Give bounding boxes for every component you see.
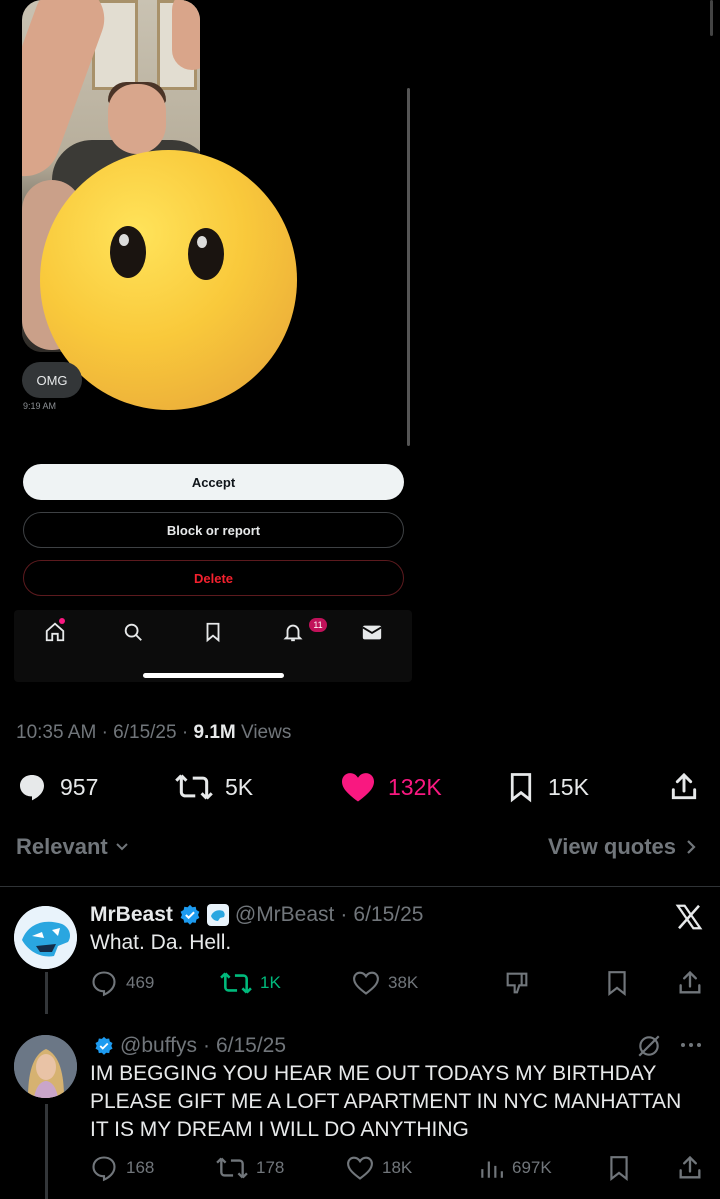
affiliate-badge-icon	[206, 904, 229, 926]
views-count: 9.1M	[193, 722, 236, 743]
bookmark-icon[interactable]	[202, 621, 224, 643]
bookmark-button[interactable]	[606, 1153, 632, 1183]
thread-line	[45, 972, 48, 1014]
reply-count: 957	[60, 773, 99, 800]
home-notification-dot	[59, 618, 65, 624]
heart-icon	[346, 1155, 374, 1181]
bookmark-button[interactable]	[604, 968, 630, 998]
message-bubble: OMG	[22, 362, 82, 398]
sort-label: Relevant	[16, 834, 108, 859]
reply-button[interactable]: 469	[90, 968, 154, 998]
avatar[interactable]	[14, 906, 77, 969]
repost-button[interactable]: 5K	[175, 766, 253, 808]
repost-button[interactable]: 178	[216, 1153, 284, 1183]
like-button[interactable]: 132K	[340, 766, 442, 808]
divider	[0, 886, 720, 887]
share-button[interactable]	[676, 968, 704, 998]
reply-date: 6/15/25	[215, 1034, 287, 1057]
bookmark-button[interactable]: 15K	[506, 766, 589, 808]
post-time: 10:35 AM	[16, 722, 97, 743]
heart-icon	[352, 970, 380, 996]
reply-date: 6/15/25	[353, 903, 424, 926]
reply-icon	[90, 969, 118, 997]
delete-button[interactable]: Delete	[23, 560, 404, 596]
accept-button[interactable]: Accept	[23, 464, 404, 500]
reply-text: What. Da. Hell.	[90, 931, 232, 954]
reply-header: @buffys · 6/15/25	[94, 1034, 286, 1058]
page-scrollbar[interactable]	[710, 0, 713, 36]
like-count: 38K	[388, 973, 419, 992]
dislike-icon	[503, 969, 531, 997]
grok-icon[interactable]	[636, 1033, 662, 1059]
bell-icon[interactable]	[282, 621, 304, 643]
avatar[interactable]	[14, 1035, 77, 1098]
thread-line	[45, 1104, 48, 1199]
home-icon[interactable]	[44, 621, 66, 643]
scrollbar[interactable]	[407, 88, 410, 446]
repost-count: 5K	[225, 773, 254, 800]
like-count: 18K	[382, 1158, 413, 1177]
chevron-down-icon	[114, 839, 130, 855]
views-count: 697K	[512, 1158, 552, 1177]
author-handle[interactable]: @MrBeast	[235, 903, 335, 927]
repost-icon	[216, 1154, 248, 1182]
reply-count: 469	[126, 973, 155, 992]
share-icon	[676, 1154, 704, 1182]
post-date: 6/15/25	[113, 722, 177, 743]
notification-badge: 11	[309, 618, 327, 632]
dislike-button[interactable]	[503, 968, 531, 998]
view-quotes-link[interactable]: View quotes	[548, 834, 698, 860]
like-count: 132K	[388, 773, 442, 800]
share-button[interactable]	[668, 766, 700, 808]
reply-icon	[90, 1154, 118, 1182]
search-icon[interactable]	[122, 621, 144, 643]
share-icon	[668, 771, 700, 803]
bookmark-count: 15K	[548, 773, 589, 800]
reply-count: 168	[126, 1158, 155, 1177]
reply-button[interactable]: 957	[16, 766, 98, 808]
more-icon[interactable]	[679, 1040, 703, 1050]
verified-icon	[94, 1036, 114, 1056]
post-meta: 10:35 AM · 6/15/25 · 9.1M Views	[16, 722, 292, 743]
message-timestamp: 9:19 AM	[23, 401, 57, 411]
verified-icon	[179, 904, 201, 926]
views-icon	[478, 1155, 504, 1181]
x-logo-icon	[674, 902, 704, 932]
view-quotes-label: View quotes	[548, 834, 676, 859]
views-button[interactable]: 697K	[478, 1153, 552, 1183]
bookmark-icon	[606, 1154, 632, 1182]
repost-count: 1K	[260, 973, 281, 992]
author-handle[interactable]: @buffys	[120, 1034, 197, 1058]
like-button[interactable]: 38K	[352, 968, 418, 998]
share-button[interactable]	[676, 1153, 704, 1183]
repost-count: 178	[256, 1158, 285, 1177]
bookmark-icon	[506, 771, 536, 803]
reply-header: MrBeast @MrBeast · 6/15/25	[90, 903, 424, 927]
post-action-bar: 957 5K 132K 15K	[0, 766, 720, 808]
share-icon	[676, 969, 704, 997]
bookmark-icon	[604, 969, 630, 997]
author-name[interactable]: MrBeast	[90, 903, 173, 927]
reply-button[interactable]: 168	[90, 1153, 154, 1183]
reply-sort-dropdown[interactable]: Relevant	[16, 834, 130, 860]
repost-icon	[220, 969, 252, 997]
bottom-nav-bar: 11	[14, 610, 412, 682]
chevron-right-icon	[684, 838, 698, 856]
mail-icon[interactable]	[361, 621, 383, 643]
like-button[interactable]: 18K	[346, 1153, 412, 1183]
reply-text: IM BEGGING YOU HEAR ME OUT TODAYS MY BIR…	[90, 1062, 682, 1141]
heart-icon	[340, 771, 376, 803]
block-or-report-button[interactable]: Block or report	[23, 512, 404, 548]
views-label: Views	[241, 722, 292, 743]
home-indicator	[143, 673, 284, 678]
reply-icon	[16, 771, 48, 803]
repost-button[interactable]: 1K	[220, 968, 281, 998]
repost-icon	[175, 771, 213, 803]
